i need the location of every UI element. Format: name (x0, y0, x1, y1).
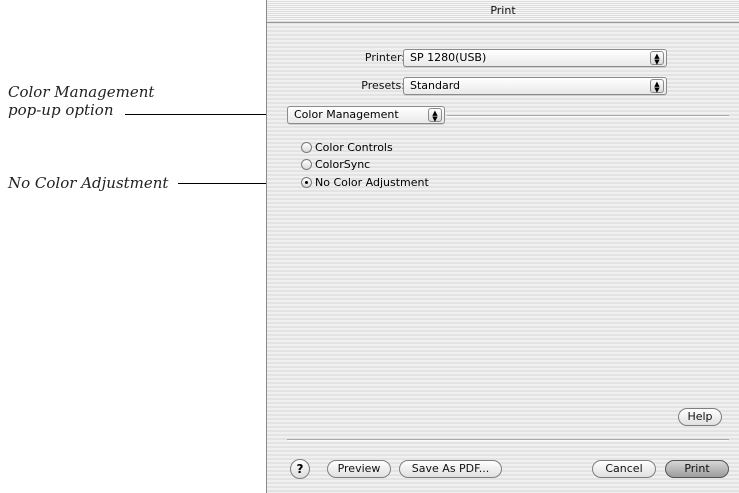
panel-popup-arrows-icon: ▲ ▼ (428, 108, 442, 123)
bottom-divider (287, 439, 729, 441)
save-as-pdf-button[interactable]: Save As PDF... (399, 460, 502, 478)
printer-label: Printer: (364, 51, 405, 64)
cancel-button[interactable]: Cancel (592, 460, 656, 478)
radio-no-color-adjustment[interactable]: No Color Adjustment (301, 175, 429, 191)
radio-no-color-adjustment-label: No Color Adjustment (315, 176, 429, 189)
panel-divider (447, 115, 729, 117)
radio-color-controls[interactable]: Color Controls (301, 140, 393, 156)
callout-color-management-line2: pop-up option (8, 101, 114, 119)
presets-popup[interactable]: Standard ▲ ▼ (403, 77, 667, 95)
window-titlebar: Print (267, 0, 739, 23)
panel-popup[interactable]: Color Management ▲ ▼ (287, 106, 445, 124)
radio-color-controls-label: Color Controls (315, 141, 393, 154)
print-button-label: Print (684, 462, 710, 475)
radio-circle-icon (301, 141, 312, 153)
help-button[interactable]: Help (678, 408, 722, 426)
print-button[interactable]: Print (665, 460, 729, 478)
presets-label: Presets: (361, 79, 405, 92)
radio-circle-icon (301, 158, 312, 170)
print-dialog: Print Printer: SP 1280(USB) ▲ ▼ Presets: … (266, 0, 739, 493)
callout-no-color-adjustment: No Color Adjustment (8, 174, 168, 192)
printer-value: SP 1280(USB) (410, 51, 487, 64)
question-mark-help-icon[interactable]: ? (290, 459, 310, 479)
radio-selected-icon (301, 176, 312, 188)
preview-button-label: Preview (337, 462, 381, 475)
radio-colorsync-label: ColorSync (315, 158, 371, 171)
window-title: Print (490, 4, 516, 17)
callout-color-management-line1: Color Management (8, 83, 155, 101)
presets-value: Standard (410, 79, 461, 92)
presets-popup-arrows-icon: ▲ ▼ (650, 79, 664, 94)
save-as-pdf-button-label: Save As PDF... (411, 462, 490, 475)
help-button-label: Help (687, 410, 713, 423)
panel-popup-value: Color Management (294, 108, 399, 121)
printer-popup-arrows-icon: ▲ ▼ (650, 51, 664, 66)
callout-line-color-management (125, 114, 286, 115)
radio-colorsync[interactable]: ColorSync (301, 157, 370, 173)
question-mark-glyph: ? (296, 462, 304, 476)
preview-button[interactable]: Preview (327, 460, 391, 478)
cancel-button-label: Cancel (605, 462, 643, 475)
printer-popup[interactable]: SP 1280(USB) ▲ ▼ (403, 49, 667, 67)
callout-no-color-adjustment-text: No Color Adjustment (8, 174, 169, 192)
